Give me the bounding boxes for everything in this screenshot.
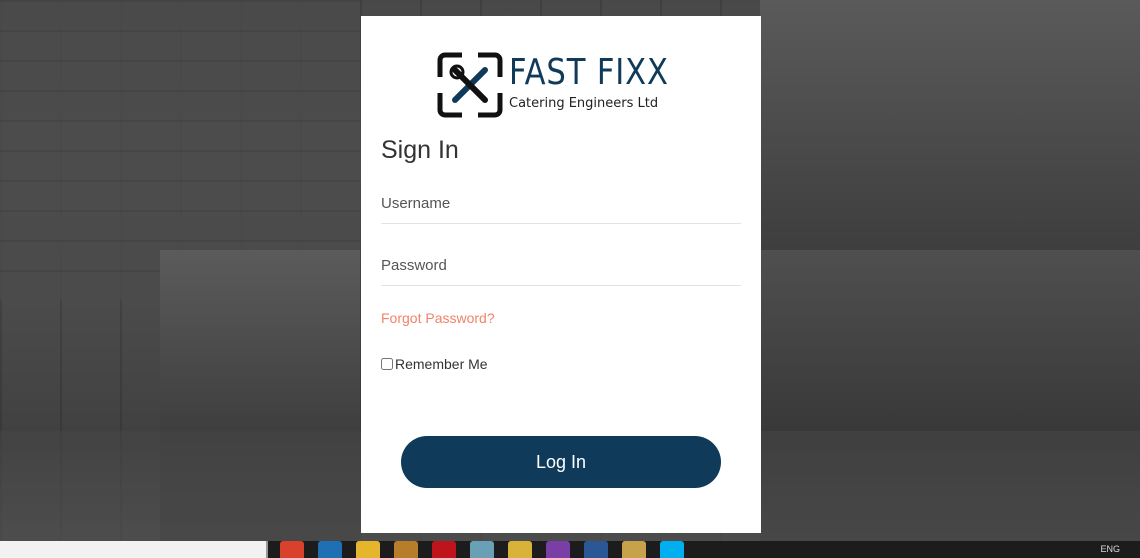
remember-me-label: Remember Me bbox=[395, 356, 488, 372]
password-input[interactable] bbox=[381, 246, 741, 286]
visual-studio-icon[interactable] bbox=[546, 541, 570, 558]
login-card: FAST FIXX Catering Engineers Ltd Sign In… bbox=[361, 16, 761, 533]
forgot-password-link[interactable]: Forgot Password? bbox=[381, 310, 495, 326]
folder-icon[interactable] bbox=[356, 541, 380, 558]
brand-logo: FAST FIXX Catering Engineers Ltd bbox=[437, 52, 687, 118]
system-tray[interactable]: ENG bbox=[1100, 541, 1120, 558]
database-icon[interactable] bbox=[508, 541, 532, 558]
background-wall-right bbox=[760, 0, 1140, 250]
chrome-icon[interactable] bbox=[280, 541, 304, 558]
login-button[interactable]: Log In bbox=[401, 436, 721, 488]
taskbar-apps bbox=[280, 541, 684, 558]
word-icon[interactable] bbox=[584, 541, 608, 558]
opera-icon[interactable] bbox=[432, 541, 456, 558]
brand-tagline: Catering Engineers Ltd bbox=[509, 96, 659, 111]
remember-me-checkbox[interactable] bbox=[381, 358, 393, 370]
app-icon[interactable] bbox=[622, 541, 646, 558]
edge-icon[interactable] bbox=[318, 541, 342, 558]
app-icon[interactable] bbox=[394, 541, 418, 558]
taskbar-search[interactable] bbox=[0, 541, 268, 558]
remember-me[interactable]: Remember Me bbox=[381, 356, 488, 372]
app-icon[interactable] bbox=[470, 541, 494, 558]
tools-cross-icon bbox=[437, 52, 503, 118]
brand-name: FAST FIXX bbox=[509, 52, 669, 93]
skype-icon[interactable] bbox=[660, 541, 684, 558]
page-title: Sign In bbox=[381, 136, 459, 164]
username-input[interactable] bbox=[381, 184, 741, 224]
os-taskbar: ENG bbox=[0, 541, 1140, 558]
